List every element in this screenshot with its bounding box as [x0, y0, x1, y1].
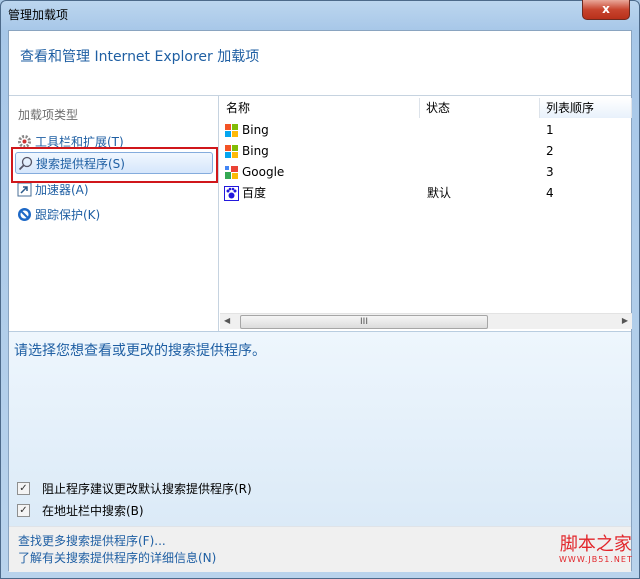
checkbox-checked-icon[interactable]: ✓ [17, 504, 30, 517]
window-title: 管理加载项 [8, 8, 69, 22]
footer: 查找更多搜索提供程序(F)... 了解有关搜索提供程序的详细信息(N) 脚本之家… [9, 526, 633, 572]
close-button[interactable]: x [582, 0, 630, 20]
checkbox-label: 阻止程序建议更改默认搜索提供程序(R) [42, 482, 252, 496]
details-prompt: 请选择您想查看或更改的搜索提供程序。 [14, 343, 266, 359]
column-header-order[interactable]: 列表顺序 [540, 98, 632, 118]
watermark-logo: 脚本之家 WWW.JB51.NET [559, 534, 633, 565]
block-icon [17, 207, 32, 222]
table-row[interactable]: Bing 2 [220, 141, 632, 162]
table-row[interactable]: 百度 默认 4 [220, 183, 632, 204]
checkbox-checked-icon[interactable]: ✓ [17, 482, 30, 495]
highlight-box [11, 147, 218, 183]
column-header-status[interactable]: 状态 [420, 98, 540, 118]
baidu-icon [224, 186, 239, 208]
table-row[interactable]: Google 3 [220, 162, 632, 183]
sidebar-item-label: 跟踪保护(K) [35, 207, 101, 222]
table-row[interactable]: Bing 1 [220, 120, 632, 141]
row-order: 3 [546, 165, 554, 179]
row-status: 默认 [427, 186, 452, 200]
learn-more-link[interactable]: 了解有关搜索提供程序的详细信息(N) [18, 549, 216, 566]
sidebar-item-label: 加速器(A) [35, 182, 89, 197]
row-order: 1 [546, 123, 554, 137]
row-order: 4 [546, 186, 554, 200]
checkbox-label: 在地址栏中搜索(B) [42, 504, 144, 518]
scroll-left-icon[interactable]: ◀ [224, 316, 230, 325]
sidebar-item-tracking-protection[interactable]: 跟踪保护(K) [15, 203, 213, 225]
search-provider-list: 名称 状态 列表顺序 Bing 1 Bing 2 Google 3 百度 默认 … [220, 96, 632, 331]
column-header-name[interactable]: 名称 [220, 98, 420, 118]
find-more-providers-link[interactable]: 查找更多搜索提供程序(F)... [18, 532, 166, 549]
block-default-change-checkbox[interactable]: ✓ 阻止程序建议更改默认搜索提供程序(R) [17, 480, 252, 497]
row-name: Google [242, 165, 285, 179]
row-name: Bing [242, 123, 269, 137]
details-panel: 请选择您想查看或更改的搜索提供程序。 ✓ 阻止程序建议更改默认搜索提供程序(R) … [9, 331, 631, 526]
scrollbar-thumb[interactable]: III [240, 315, 488, 329]
scroll-right-icon[interactable]: ▶ [622, 316, 628, 325]
header: 查看和管理 Internet Explorer 加载项 [9, 31, 631, 96]
addon-type-title: 加载项类型 [18, 108, 79, 122]
header-title: 查看和管理 Internet Explorer 加载项 [20, 49, 260, 65]
accelerator-icon [17, 182, 32, 197]
horizontal-scrollbar[interactable]: ◀ III ▶ [220, 313, 632, 329]
row-order: 2 [546, 144, 554, 158]
search-in-address-bar-checkbox[interactable]: ✓ 在地址栏中搜索(B) [17, 502, 144, 519]
dialog-content: 查看和管理 Internet Explorer 加载项 加载项类型 工具栏和扩展… [8, 30, 633, 572]
addon-type-panel: 加载项类型 工具栏和扩展(T) 搜索提供程序(S) 加速器(A) 跟踪保护(K) [9, 96, 219, 331]
row-name: 百度 [242, 186, 267, 200]
row-name: Bing [242, 144, 269, 158]
